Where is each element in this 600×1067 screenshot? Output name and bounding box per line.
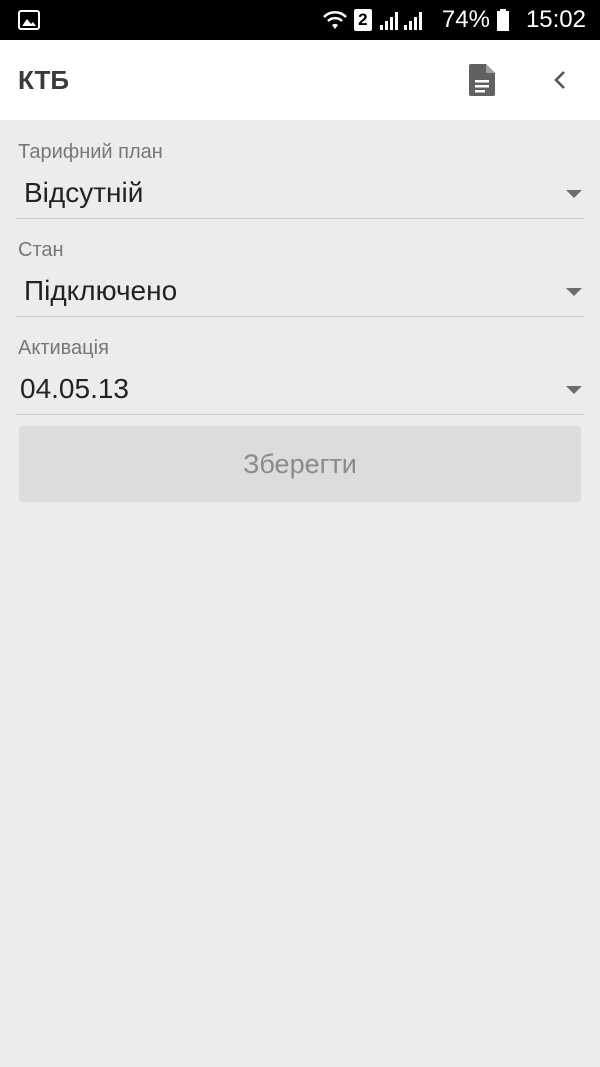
dropdown-arrow-icon [566,386,582,394]
back-button[interactable] [540,60,580,100]
document-button[interactable] [462,60,502,100]
status-bar: 2 74% 15:02 [0,0,600,40]
activation-date-value: 04.05.13 [20,373,129,404]
state-value: Підключено [24,275,178,306]
activation-label: Активація [18,337,109,359]
document-icon [469,64,495,96]
dropdown-arrow-icon [566,190,582,198]
tariff-plan-label: Тарифний план [18,141,163,163]
save-button[interactable]: Зберегти [19,426,581,502]
state-label: Стан [18,239,64,261]
dropdown-arrow-icon [566,288,582,296]
signal-strength-icon [379,12,422,30]
tariff-plan-value: Відсутній [24,177,144,208]
wifi-icon [322,10,347,29]
sim-slot-badge: 2 [353,9,372,31]
battery-icon [496,9,509,31]
tariff-plan-select[interactable]: Відсутній [16,170,584,219]
gallery-notification-icon [18,10,40,30]
page-title: КТБ [18,65,70,95]
back-chevron-icon [554,71,565,89]
clock: 15:02 [525,6,586,33]
battery-percent: 74% [441,6,490,33]
app-bar: КТБ [0,40,600,120]
state-select[interactable]: Підключено [16,268,584,317]
activation-date-select[interactable]: 04.05.13 [16,366,584,415]
